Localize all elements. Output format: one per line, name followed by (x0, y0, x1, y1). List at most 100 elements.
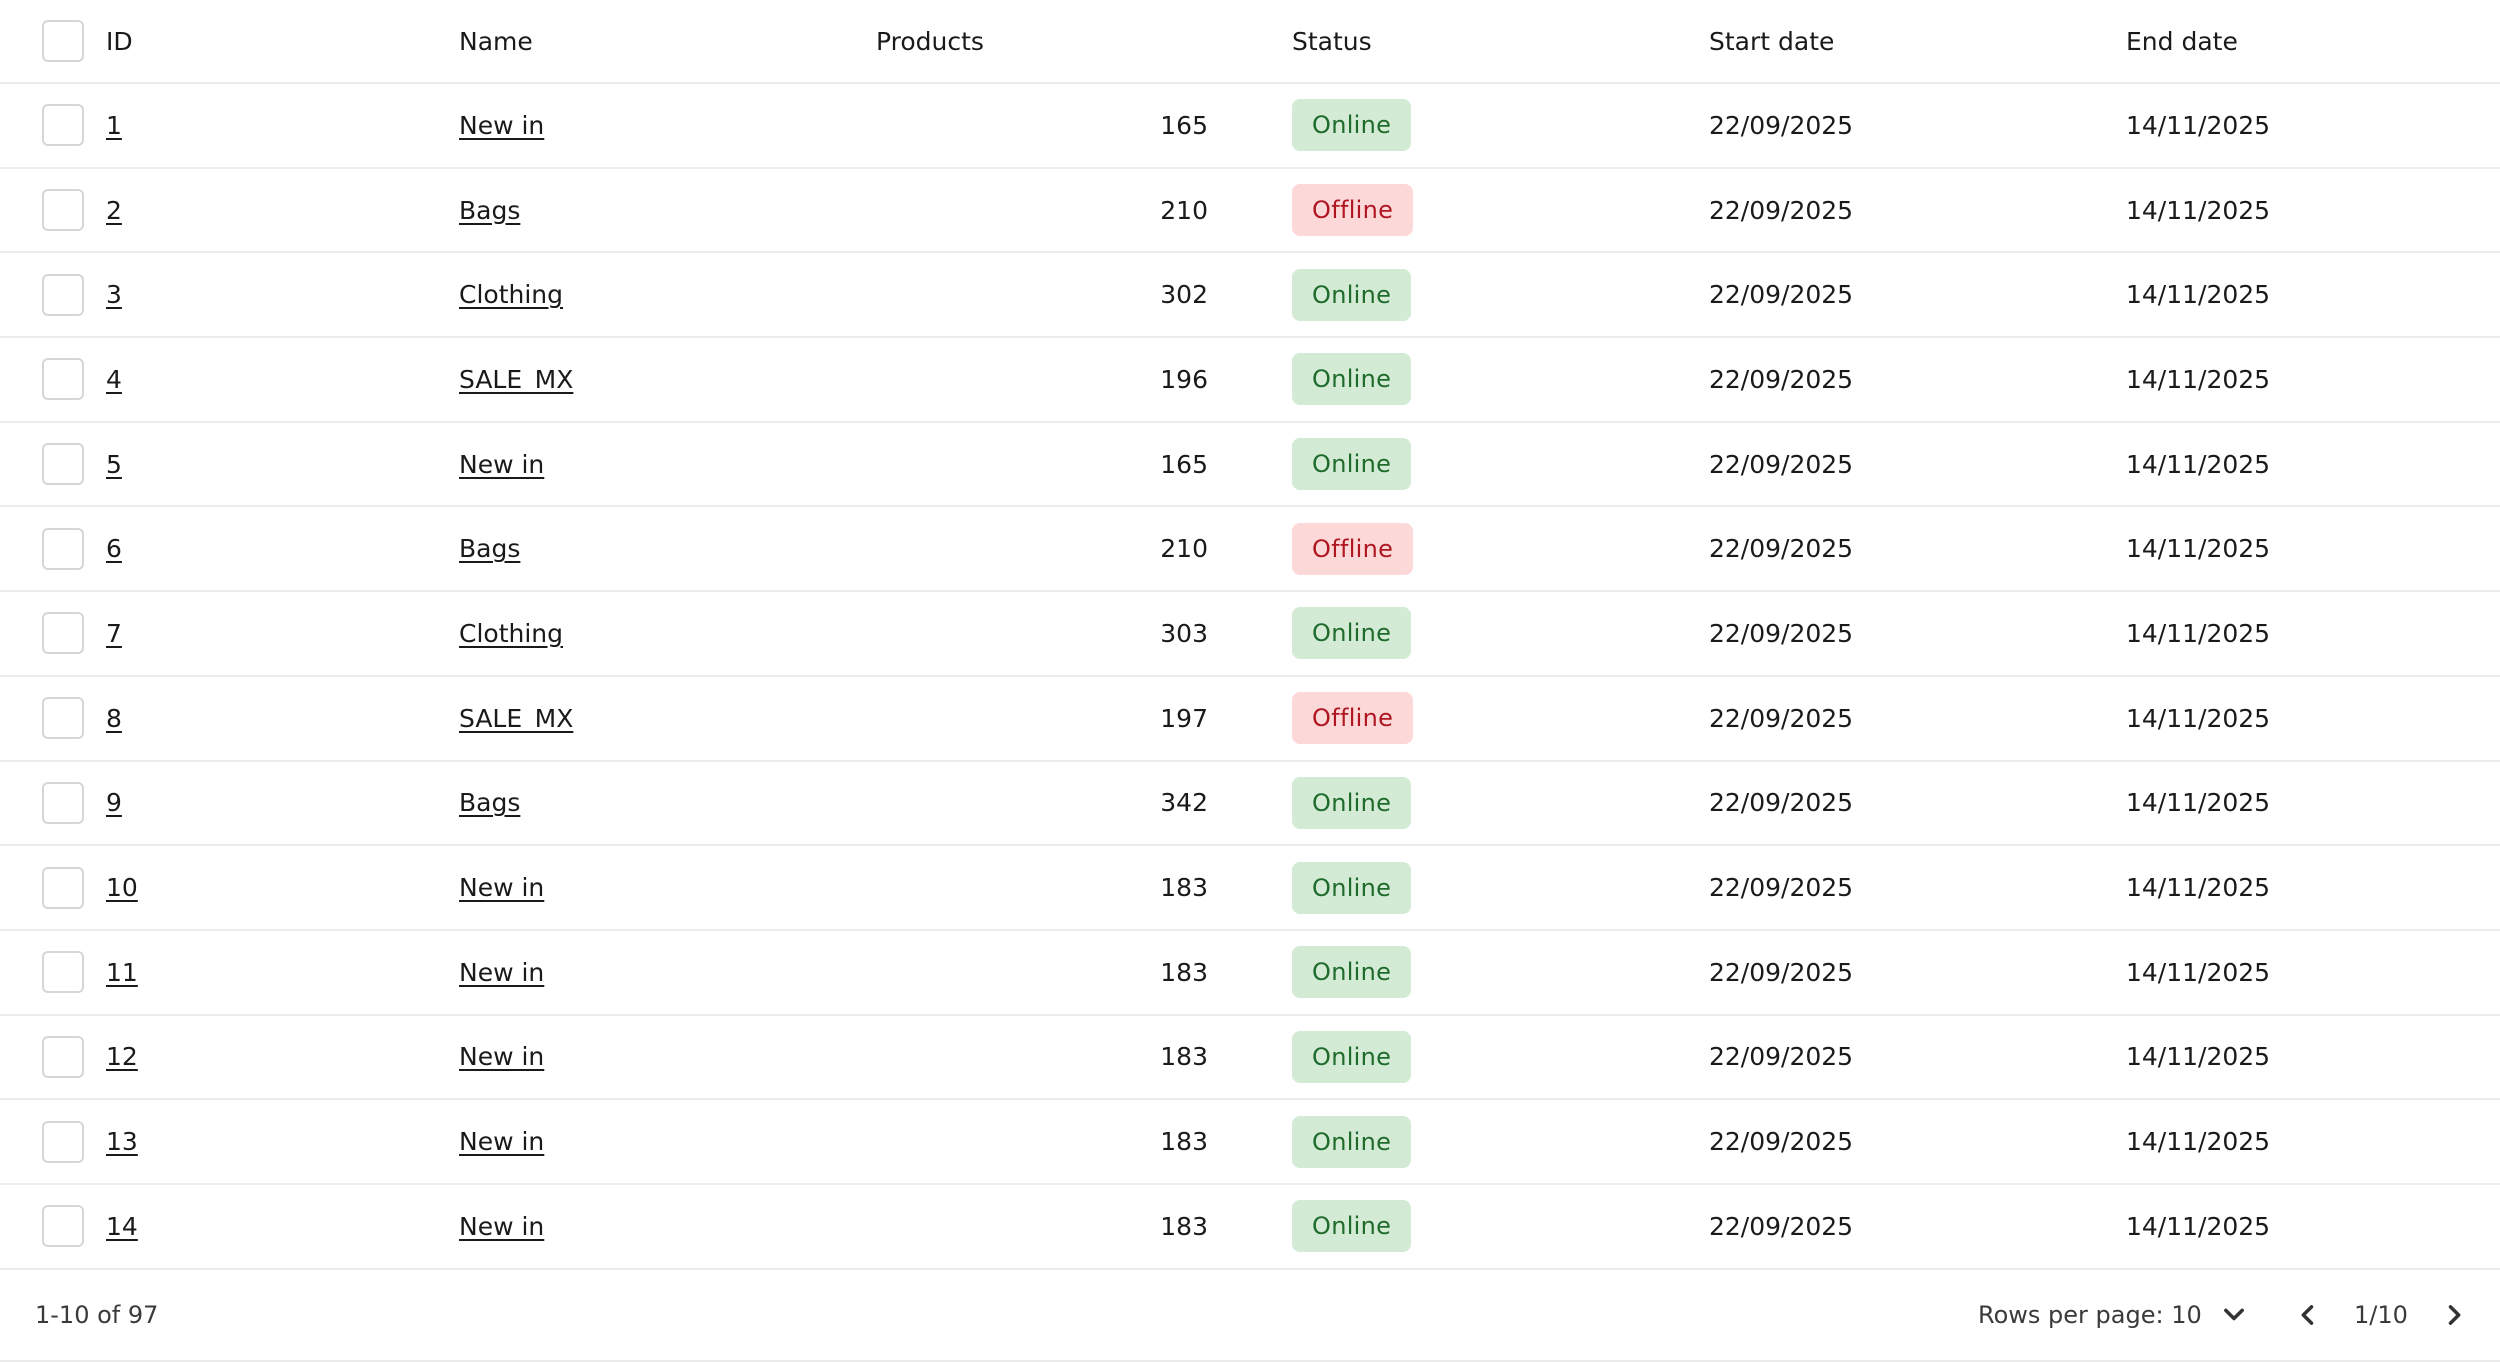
row-name-link[interactable]: New in (459, 450, 544, 479)
row-checkbox[interactable] (42, 1120, 84, 1163)
row-name-link[interactable]: New in (459, 873, 544, 902)
row-checkbox[interactable] (42, 189, 84, 232)
row-start-date: 22/09/2025 (1709, 1127, 1854, 1157)
row-id-cell: 4 (106, 338, 122, 421)
status-badge: Online (1292, 946, 1412, 999)
rows-per-page-label: Rows per page: 10 (1978, 1301, 2202, 1329)
row-id-link[interactable]: 11 (106, 958, 138, 987)
row-end-date: 14/11/2025 (2126, 618, 2271, 648)
row-status-cell: Online (1292, 592, 1412, 675)
row-name-link[interactable]: Clothing (459, 280, 563, 309)
row-id-link[interactable]: 4 (106, 365, 122, 394)
row-checkbox[interactable] (42, 1035, 84, 1078)
row-id-cell: 1 (106, 84, 122, 167)
chevron-down-icon[interactable] (2216, 1297, 2252, 1333)
row-checkbox[interactable] (42, 866, 84, 909)
row-id-link[interactable]: 6 (106, 534, 122, 563)
row-name-link[interactable]: Bags (459, 196, 520, 225)
row-products: 197 (1160, 703, 1208, 733)
row-id-link[interactable]: 9 (106, 788, 122, 817)
row-products: 183 (1160, 957, 1208, 987)
row-end-date: 14/11/2025 (2126, 534, 2271, 564)
row-checkbox[interactable] (42, 527, 84, 570)
row-id-link[interactable]: 8 (106, 704, 122, 733)
column-header-products[interactable]: Products (876, 0, 1208, 82)
chevron-left-icon[interactable] (2290, 1297, 2326, 1333)
row-select-cell (42, 762, 84, 845)
row-status-cell: Online (1292, 1185, 1412, 1268)
row-id-link[interactable]: 14 (106, 1212, 138, 1241)
row-end-date: 14/11/2025 (2126, 110, 2271, 140)
table-row: 10 New in 183 Online 22/09/2025 14/11/20… (0, 846, 2500, 931)
table-row: 8 SALE_MX 197 Offline 22/09/2025 14/11/2… (0, 677, 2500, 762)
table-row: 14 New in 183 Online 22/09/2025 14/11/20… (0, 1185, 2500, 1270)
row-id-cell: 9 (106, 762, 122, 845)
rows-per-page-select[interactable]: Rows per page: 10 (1978, 1270, 2252, 1360)
row-end-date: 14/11/2025 (2126, 788, 2271, 818)
row-name-link[interactable]: New in (459, 1042, 544, 1071)
row-checkbox[interactable] (42, 612, 84, 655)
row-id-link[interactable]: 5 (106, 450, 122, 479)
row-checkbox[interactable] (42, 697, 84, 740)
row-name-link[interactable]: New in (459, 1212, 544, 1241)
row-checkbox[interactable] (42, 358, 84, 401)
row-end-date: 14/11/2025 (2126, 1127, 2271, 1157)
select-all-cell (42, 0, 84, 82)
row-id-link[interactable]: 1 (106, 111, 122, 140)
column-header-end-date[interactable]: End date (2126, 0, 2238, 82)
table-row: 9 Bags 342 Online 22/09/2025 14/11/2025 (0, 762, 2500, 847)
table-row: 1 New in 165 Online 22/09/2025 14/11/202… (0, 84, 2500, 169)
row-name-link[interactable]: New in (459, 958, 544, 987)
row-end-date: 14/11/2025 (2126, 449, 2271, 479)
status-badge: Online (1292, 268, 1412, 321)
row-checkbox[interactable] (42, 443, 84, 486)
row-checkbox[interactable] (42, 273, 84, 316)
row-checkbox[interactable] (42, 1205, 84, 1248)
row-name-link[interactable]: Clothing (459, 619, 563, 648)
row-products: 183 (1160, 873, 1208, 903)
column-header-name[interactable]: Name (459, 0, 533, 82)
row-name-link[interactable]: Bags (459, 534, 520, 563)
row-name-link[interactable]: SALE_MX (459, 704, 573, 733)
column-header-start-date[interactable]: Start date (1709, 0, 1834, 82)
row-checkbox[interactable] (42, 104, 84, 147)
row-name-cell: Bags (459, 507, 520, 590)
row-products: 210 (1160, 534, 1208, 564)
row-select-cell (42, 931, 84, 1014)
column-header-id[interactable]: ID (106, 0, 133, 82)
row-select-cell (42, 677, 84, 760)
row-name-cell: Bags (459, 169, 520, 252)
row-name-link[interactable]: New in (459, 1127, 544, 1156)
column-header-status[interactable]: Status (1292, 0, 1372, 82)
row-start-date: 22/09/2025 (1709, 788, 1854, 818)
row-id-link[interactable]: 2 (106, 196, 122, 225)
row-id-link[interactable]: 12 (106, 1042, 138, 1071)
row-select-cell (42, 423, 84, 506)
row-id-link[interactable]: 7 (106, 619, 122, 648)
table-row: 4 SALE_MX 196 Online 22/09/2025 14/11/20… (0, 338, 2500, 423)
row-status-cell: Online (1292, 762, 1412, 845)
select-all-checkbox[interactable] (42, 20, 84, 62)
chevron-right-icon[interactable] (2436, 1297, 2472, 1333)
row-name-cell: SALE_MX (459, 677, 573, 760)
row-end-date: 14/11/2025 (2126, 1042, 2271, 1072)
row-start-date: 22/09/2025 (1709, 1042, 1854, 1072)
row-products: 183 (1160, 1211, 1208, 1241)
row-id-link[interactable]: 3 (106, 280, 122, 309)
row-id-cell: 7 (106, 592, 122, 675)
status-badge: Offline (1292, 184, 1414, 237)
row-name-link[interactable]: SALE_MX (459, 365, 573, 394)
table-body: 1 New in 165 Online 22/09/2025 14/11/202… (0, 84, 2500, 1270)
row-id-link[interactable]: 10 (106, 873, 138, 902)
row-checkbox[interactable] (42, 781, 84, 824)
row-name-cell: New in (459, 931, 544, 1014)
row-checkbox[interactable] (42, 951, 84, 994)
row-select-cell (42, 1100, 84, 1183)
row-name-link[interactable]: New in (459, 111, 544, 140)
row-status-cell: Online (1292, 338, 1412, 421)
status-badge: Offline (1292, 692, 1414, 745)
row-status-cell: Online (1292, 253, 1412, 336)
row-id-link[interactable]: 13 (106, 1127, 138, 1156)
row-name-link[interactable]: Bags (459, 788, 520, 817)
row-products: 165 (1160, 110, 1208, 140)
